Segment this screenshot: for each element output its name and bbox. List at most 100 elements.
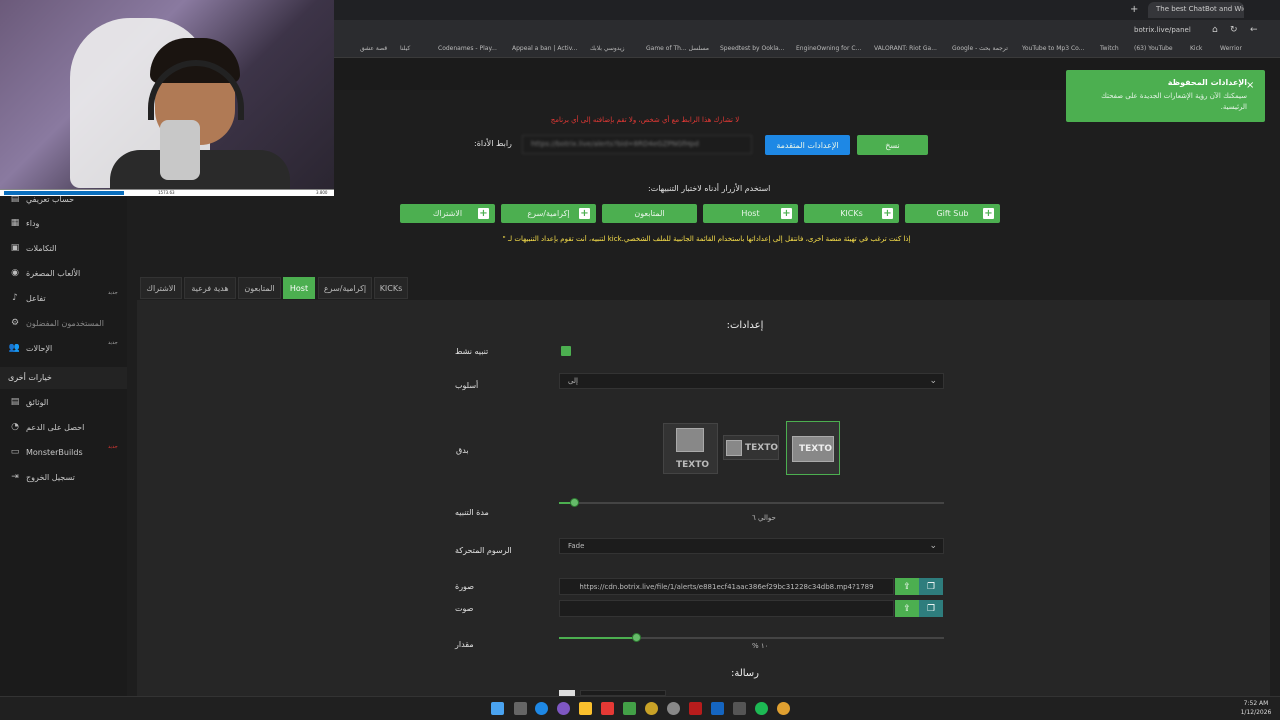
- bookmark-item[interactable]: Appeal a ban | Activ...: [512, 45, 578, 52]
- sidebar: حساب تعريفي ▤ وداء ▦ التكاملات ▣ الألعاب ال…: [0, 194, 127, 696]
- animation-select[interactable]: Fade ⌄: [559, 538, 944, 554]
- image-url-field[interactable]: https://cdn.botrix.live/file/1/alerts/e8…: [559, 578, 894, 595]
- bookmark-item[interactable]: قصة عشق: [360, 45, 387, 52]
- home-icon[interactable]: ⌂: [1212, 25, 1218, 35]
- volume-slider-thumb[interactable]: [632, 633, 641, 642]
- back-icon[interactable]: ←: [1250, 25, 1258, 35]
- tab-host[interactable]: Host: [283, 277, 315, 299]
- sidebar-item-minigames[interactable]: الألعاب المصغرة ◉: [0, 262, 127, 284]
- layout-option-stacked[interactable]: TEXTO: [663, 423, 718, 474]
- bookmark-item[interactable]: كيلنا: [400, 45, 410, 52]
- bookmark-item[interactable]: Speedtest by Ookla...: [720, 45, 784, 52]
- sidebar-item-label: التكاملات: [26, 243, 57, 253]
- sidebar-item-monsterbuilds[interactable]: جديد MonsterBuilds ▭: [0, 441, 127, 463]
- webcam-overlay: 1573.63 3.800: [0, 0, 334, 196]
- clock-time[interactable]: 7:52 AM: [1236, 700, 1276, 707]
- gallery-icon: ❐: [926, 603, 936, 614]
- sidebar-item-label: الإحالات: [26, 343, 53, 353]
- volume-slider-fill: [559, 637, 636, 639]
- style-select[interactable]: إلى ⌄: [559, 373, 944, 389]
- test-tip-button[interactable]: إكرامية/سرع +: [501, 204, 596, 223]
- task-view-icon[interactable]: [514, 702, 527, 715]
- edge-icon[interactable]: [535, 702, 548, 715]
- bookmark-item[interactable]: Game of Th... مسلسل: [646, 45, 709, 52]
- upload-icon: ⇪: [903, 603, 911, 614]
- volume-label: مقدار: [455, 640, 474, 649]
- discord-icon[interactable]: [557, 702, 570, 715]
- sidebar-item-logout[interactable]: تسجيل الخروج ⇥: [0, 466, 127, 488]
- tab-subscribe[interactable]: الاشتراك: [140, 277, 182, 299]
- clock-date[interactable]: 1/12/2026: [1236, 709, 1276, 716]
- layout-option-overlay[interactable]: TEXTO: [786, 421, 840, 475]
- test-host-button[interactable]: Host +: [703, 204, 798, 223]
- test-subscribe-button[interactable]: الاشتراك +: [400, 204, 495, 223]
- gear-icon[interactable]: [667, 702, 680, 715]
- tab-gift-sub[interactable]: هدية فرعية: [184, 277, 236, 299]
- duration-value: حوالي ٦: [752, 514, 776, 522]
- bookmark-item[interactable]: Google - ترجمة بحث: [952, 45, 1008, 52]
- widget-url-field[interactable]: https://botrix.live/alerts?bid=8RD4eGZPN…: [522, 135, 752, 154]
- spotify-icon[interactable]: [755, 702, 768, 715]
- sidebar-item-referrals[interactable]: جديد الإحالات 👥: [0, 337, 127, 359]
- xbox-icon[interactable]: [623, 702, 636, 715]
- app-icon[interactable]: [645, 702, 658, 715]
- tab-label: The best ChatBot and Widgets: [1156, 5, 1244, 13]
- sidebar-item-docs[interactable]: الوثائق ▤: [0, 391, 127, 413]
- upload-icon: ⇪: [903, 581, 911, 592]
- netflix-icon[interactable]: [689, 702, 702, 715]
- bookmark-item[interactable]: زيدوسي بلابك: [590, 45, 625, 52]
- test-follow-button[interactable]: المتابعون: [602, 204, 697, 223]
- url-text[interactable]: botrix.live/panel: [1134, 26, 1191, 34]
- plus-icon: +: [983, 208, 994, 219]
- sidebar-item-widgets[interactable]: وداء ▦: [0, 212, 127, 234]
- tab-followers[interactable]: المتابعون: [238, 277, 281, 299]
- layout-text: TEXTO: [676, 460, 710, 470]
- button-label: إكرامية/سرع: [527, 209, 570, 218]
- bookmark-item[interactable]: Codenames - Play...: [438, 45, 497, 52]
- new-tab-icon[interactable]: +: [1130, 4, 1138, 15]
- bookmark-item[interactable]: YouTube to Mp3 Co...: [1022, 45, 1084, 52]
- folder-icon[interactable]: [579, 702, 592, 715]
- start-icon[interactable]: [491, 702, 504, 715]
- sidebar-item-label: المستخدمون المفضلون: [26, 318, 104, 328]
- upload-image-button[interactable]: ⇪: [895, 578, 919, 595]
- sidebar-item-integrations[interactable]: التكاملات ▣: [0, 237, 127, 259]
- layout-option-side[interactable]: TEXTO: [723, 435, 779, 460]
- copy-button[interactable]: نسخ: [857, 135, 928, 155]
- sidebar-item-interaction[interactable]: جديد تفاعل ♪: [0, 287, 127, 309]
- sidebar-item-label: الوثائق: [26, 397, 49, 407]
- gallery-image-button[interactable]: ❐: [919, 578, 943, 595]
- gallery-sound-button[interactable]: ❐: [919, 600, 943, 617]
- close-icon[interactable]: ×: [1246, 80, 1254, 91]
- test-gift-sub-button[interactable]: Gift Sub +: [905, 204, 1000, 223]
- bookmark-item[interactable]: VALORANT: Riot Ga...: [874, 45, 937, 52]
- button-label: Host: [741, 209, 760, 218]
- monitor-icon: ▭: [10, 447, 20, 457]
- button-label: الاشتراك: [432, 209, 463, 218]
- bookmark-item[interactable]: EngineOwning for C...: [796, 45, 861, 52]
- bookmark-item[interactable]: (63) YouTube: [1134, 45, 1173, 52]
- advanced-settings-button[interactable]: الإعدادات المتقدمة: [765, 135, 850, 155]
- bookmark-item[interactable]: Twitch: [1100, 45, 1119, 52]
- sound-url-field[interactable]: [559, 600, 894, 617]
- active-alert-checkbox[interactable]: [561, 346, 571, 356]
- sidebar-item-favorite-users[interactable]: المستخدمون المفضلون ⚙: [0, 312, 127, 334]
- chrome-icon[interactable]: [777, 702, 790, 715]
- bookmark-item[interactable]: Werrior: [1220, 45, 1242, 52]
- steam-icon[interactable]: [711, 702, 724, 715]
- chevron-down-icon: ⌄: [929, 541, 937, 551]
- test-kicks-button[interactable]: KICKs +: [804, 204, 899, 223]
- plus-icon: +: [579, 208, 590, 219]
- youtube-icon[interactable]: [601, 702, 614, 715]
- upload-sound-button[interactable]: ⇪: [895, 600, 919, 617]
- sidebar-item-support[interactable]: احصل على الدعم ◔: [0, 416, 127, 438]
- app-icon[interactable]: [733, 702, 746, 715]
- duration-slider-track[interactable]: [559, 502, 944, 504]
- browser-tab[interactable]: The best ChatBot and Widgets: [1148, 2, 1244, 18]
- tab-kicks[interactable]: KICKs: [374, 277, 408, 299]
- bookmark-item[interactable]: Kick: [1190, 45, 1202, 52]
- new-badge: جديد: [108, 340, 118, 346]
- reload-icon[interactable]: ↻: [1230, 25, 1238, 35]
- tab-tip[interactable]: إكرامية/سرع: [318, 277, 372, 299]
- test-instruction: استخدم الأزرار أدناه لاختبار التنبيهات:: [648, 184, 771, 193]
